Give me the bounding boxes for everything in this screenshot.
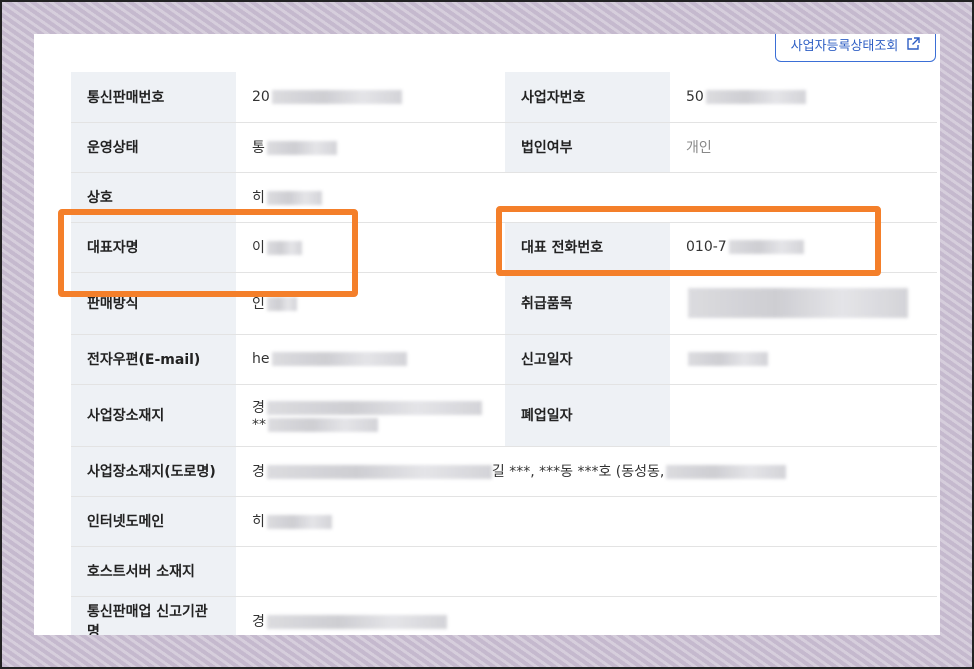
label-domain: 인터넷도메인 xyxy=(71,496,236,547)
table-row: 전자우편(E-mail) he 신고일자 xyxy=(71,334,937,385)
value-products xyxy=(670,272,937,335)
label-business-number: 사업자번호 xyxy=(505,72,670,123)
value-closure-date xyxy=(670,384,937,447)
value-corporation: 개인 xyxy=(670,122,937,173)
highlight-representative-name xyxy=(58,209,358,297)
label-report-date: 신고일자 xyxy=(505,334,670,385)
value-business-number: 50 xyxy=(670,72,937,123)
value-operation-status: 통 xyxy=(236,122,505,173)
value-domain: 히 xyxy=(236,496,937,547)
value-host-server-location xyxy=(236,546,937,597)
label-closure-date: 폐업일자 xyxy=(505,384,670,447)
value-report-date xyxy=(670,334,937,385)
label-business-address: 사업장소재지 xyxy=(71,384,236,447)
label-corporation: 법인여부 xyxy=(505,122,670,173)
value-road-address: 경길 ***, ***동 ***호 (동성동, xyxy=(236,446,937,497)
value-business-address: 경 ** xyxy=(236,384,505,447)
business-status-lookup-button[interactable]: 사업자등록상태조회 xyxy=(775,34,936,62)
table-row: 통신판매업 신고기관명 경 xyxy=(71,596,937,635)
value-reporting-agency: 경 xyxy=(236,596,937,635)
table-row: 통신판매번호 20 사업자번호 50 xyxy=(71,72,937,123)
table-row: 인터넷도메인 히 xyxy=(71,496,937,547)
label-email: 전자우편(E-mail) xyxy=(71,334,236,385)
table-row: 사업장소재지 경 ** 폐업일자 xyxy=(71,384,937,447)
table-row: 운영상태 통 법인여부 개인 xyxy=(71,122,937,173)
value-mail-order-number: 20 xyxy=(236,72,505,123)
external-link-icon xyxy=(907,37,921,50)
business-info-table: 통신판매번호 20 사업자번호 50 운영상태 통 법인여부 개인 상호 히 대… xyxy=(71,72,937,635)
label-products: 취급품목 xyxy=(505,272,670,335)
business-info-panel: 사업자등록상태조회 통신판매번호 20 사업자번호 50 운영상태 통 법인여부… xyxy=(34,34,940,635)
label-reporting-agency: 통신판매업 신고기관명 xyxy=(71,596,236,635)
table-row: 호스트서버 소재지 xyxy=(71,546,937,597)
label-mail-order-number: 통신판매번호 xyxy=(71,72,236,123)
highlight-representative-phone xyxy=(496,206,881,276)
table-row: 사업장소재지(도로명) 경길 ***, ***동 ***호 (동성동, xyxy=(71,446,937,497)
label-host-server-location: 호스트서버 소재지 xyxy=(71,546,236,597)
label-operation-status: 운영상태 xyxy=(71,122,236,173)
value-email: he xyxy=(236,334,505,385)
status-button-label: 사업자등록상태조회 xyxy=(790,38,899,54)
label-road-address: 사업장소재지(도로명) xyxy=(71,446,236,497)
